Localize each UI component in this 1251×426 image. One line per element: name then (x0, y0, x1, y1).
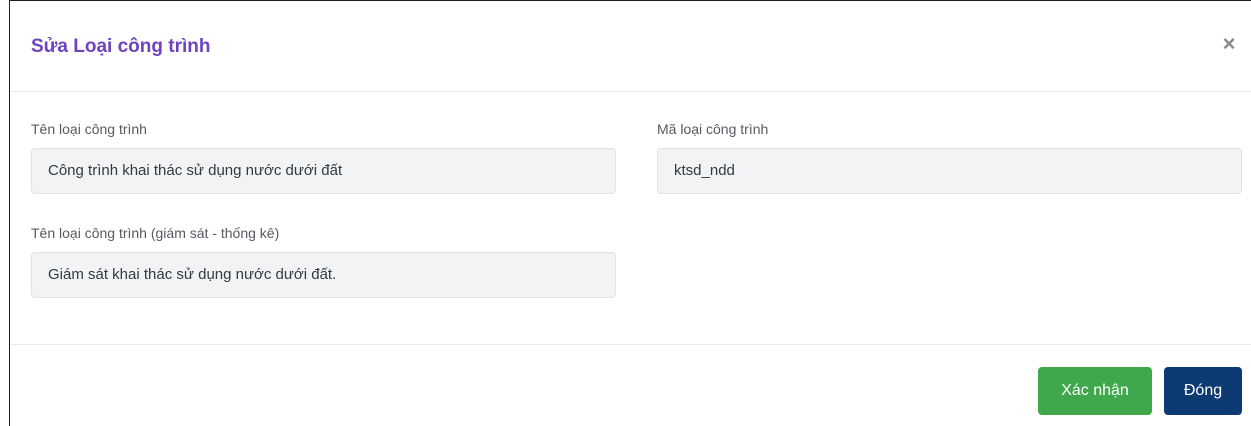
code-label: Mã loại công trình (657, 121, 769, 137)
close-button[interactable]: Đóng (1164, 367, 1242, 415)
name-label: Tên loại công trình (31, 121, 147, 137)
name-field[interactable]: Công trình khai thác sử dụng nước dưới đ… (31, 148, 616, 194)
monitoring-name-field[interactable]: Giám sát khai thác sử dụng nước dưới đất… (31, 252, 616, 298)
edit-construction-type-dialog: Sửa Loại công trình × Tên loại công trìn… (9, 0, 1251, 426)
monitoring-name-label: Tên loại công trình (giám sát - thống kê… (31, 225, 280, 241)
dialog-title: Sửa Loại công trình (31, 36, 211, 57)
confirm-button[interactable]: Xác nhận (1038, 367, 1152, 415)
dialog-body: Tên loại công trình Công trình khai thác… (10, 92, 1251, 345)
close-icon[interactable]: × (1218, 31, 1240, 57)
dialog-header: Sửa Loại công trình × (10, 1, 1251, 92)
code-field[interactable]: ktsd_ndd (657, 148, 1242, 194)
